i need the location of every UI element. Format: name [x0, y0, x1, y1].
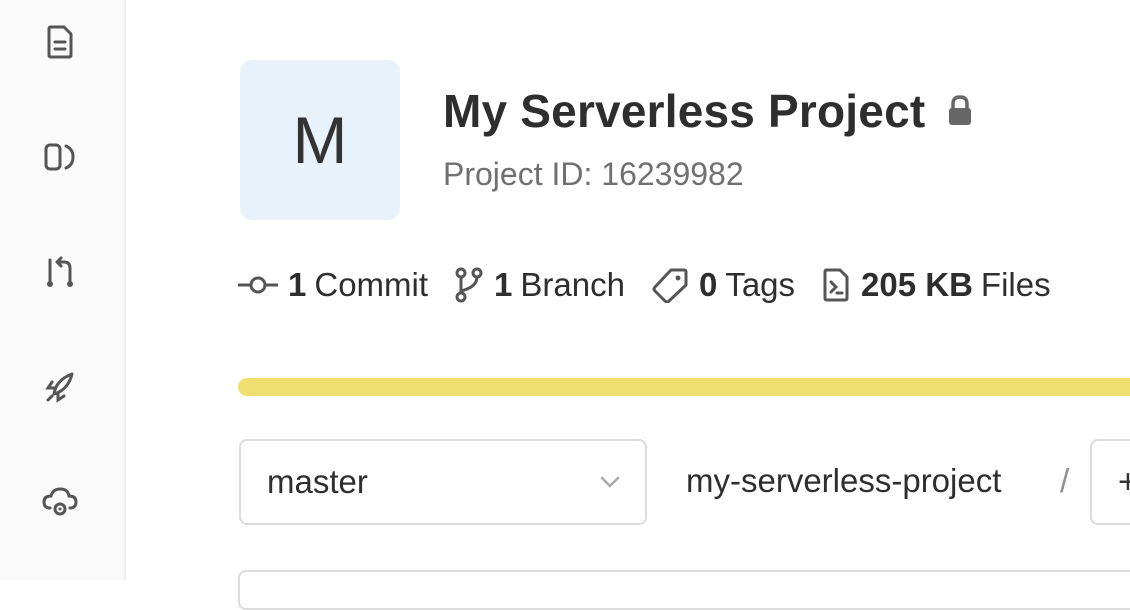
- file-icon: [47, 25, 73, 59]
- language-bar-segment: [238, 378, 1130, 396]
- breadcrumb-root[interactable]: my-serverless-project: [686, 462, 1001, 500]
- project-id: Project ID: 16239982: [443, 156, 744, 192]
- tags-label: Tags: [725, 266, 796, 303]
- sidebar-item-project[interactable]: [38, 20, 82, 64]
- chevron-down-icon: [600, 476, 620, 488]
- issues-icon: [44, 143, 75, 171]
- branches-count: 1: [494, 266, 513, 303]
- branches-link[interactable]: 1 Branch: [454, 266, 625, 304]
- tag-icon: [652, 268, 688, 303]
- files-link[interactable]: 205 KB Files: [821, 266, 1051, 304]
- avatar-letter: M: [292, 103, 348, 177]
- project-stats: 1 Commit 1 Branch 0 Tags 205 KB Files: [238, 262, 1077, 308]
- sidebar-item-operations[interactable]: [38, 480, 82, 524]
- project-title-row: My Serverless Project: [443, 84, 975, 138]
- lock-icon: [949, 95, 972, 125]
- plus-icon: +: [1118, 462, 1130, 501]
- branches-label: Branch: [520, 266, 625, 303]
- branch-select[interactable]: master: [239, 439, 647, 525]
- commit-icon: [238, 276, 278, 294]
- files-size: 205 KB: [861, 266, 973, 303]
- page-title: My Serverless Project: [443, 85, 926, 137]
- rocket-icon: [45, 372, 74, 403]
- breadcrumb-separator: /: [1060, 462, 1070, 499]
- add-to-tree-button[interactable]: +: [1090, 439, 1130, 525]
- sidebar-item-issues[interactable]: [38, 135, 82, 179]
- merge-request-icon: [47, 256, 73, 287]
- commits-link[interactable]: 1 Commit: [238, 266, 428, 304]
- branch-icon: [455, 267, 483, 303]
- commits-label: Commit: [314, 266, 429, 303]
- sidebar-item-merge-requests[interactable]: [38, 250, 82, 294]
- commits-count: 1: [288, 266, 307, 303]
- sidebar: [0, 0, 126, 580]
- tags-count: 0: [698, 266, 718, 303]
- sidebar-item-deployments[interactable]: [38, 364, 82, 408]
- files-label: Files: [980, 266, 1051, 303]
- project-avatar[interactable]: M: [240, 60, 400, 220]
- repository-languages-bar[interactable]: [238, 378, 1130, 396]
- cloud-gear-icon: [42, 487, 78, 516]
- branch-select-value: master: [267, 463, 368, 500]
- tags-link[interactable]: 0 Tags: [651, 266, 795, 304]
- file-list-panel: [238, 570, 1130, 610]
- file-code-icon: [823, 268, 849, 302]
